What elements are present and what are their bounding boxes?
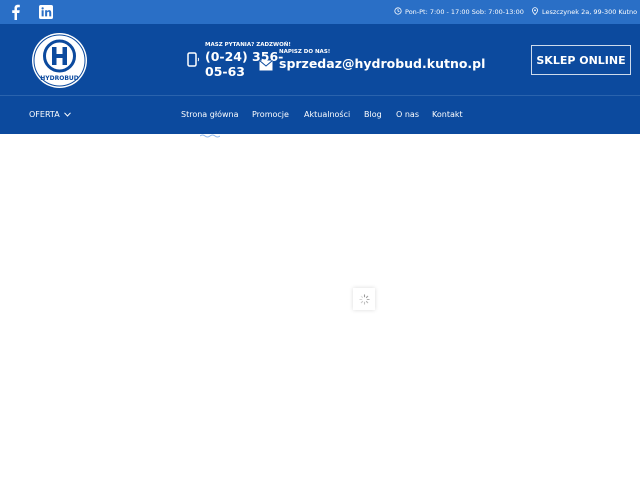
location-pin-icon — [531, 7, 539, 17]
header: HYDROBUD MASZ PYTANIA? ZADZWOŃ! (0-24) 3… — [0, 24, 640, 95]
address: Leszczynek 2a, 99-300 Kutno — [531, 7, 637, 17]
oferta-label: OFERTA — [29, 110, 60, 119]
linkedin-icon[interactable] — [38, 4, 54, 20]
email-label: NAPISZ DO NAS! — [279, 49, 331, 55]
hours-text: Pon-Pt: 7:00 - 17:00 Sob: 7:00-13:00 — [405, 8, 524, 16]
loading-spinner — [353, 288, 375, 310]
nav-item-promotions[interactable]: Promocje — [252, 110, 289, 119]
email-contact[interactable]: NAPISZ DO NAS! sprzedaz@hydrobud.kutno.p… — [259, 47, 489, 87]
oferta-dropdown[interactable]: OFERTA — [29, 110, 71, 119]
envelope-icon — [259, 56, 273, 71]
loading-spinner-icon — [358, 290, 370, 309]
active-nav-indicator — [199, 123, 221, 138]
shop-online-button[interactable]: SKLEP ONLINE — [531, 45, 631, 75]
facebook-icon[interactable] — [8, 4, 24, 20]
top-bar: Pon-Pt: 7:00 - 17:00 Sob: 7:00-13:00 Les… — [0, 0, 640, 24]
nav-item-blog[interactable]: Blog — [364, 110, 382, 119]
nav-item-contact[interactable]: Kontakt — [432, 110, 463, 119]
nav-item-about[interactable]: O nas — [396, 110, 419, 119]
phone-icon — [186, 52, 200, 68]
main-navigation: OFERTA Strona główna Promocje Aktualnośc… — [0, 95, 640, 134]
clock-icon — [394, 7, 402, 17]
nav-item-news[interactable]: Aktualności — [304, 110, 350, 119]
nav-item-home[interactable]: Strona główna — [181, 110, 239, 119]
address-text: Leszczynek 2a, 99-300 Kutno — [542, 8, 638, 16]
svg-text:HYDROBUD: HYDROBUD — [40, 75, 79, 82]
hydrobud-logo[interactable]: HYDROBUD — [31, 32, 88, 89]
opening-hours: Pon-Pt: 7:00 - 17:00 Sob: 7:00-13:00 — [394, 7, 524, 17]
chevron-down-icon — [63, 110, 71, 119]
email-address[interactable]: sprzedaz@hydrobud.kutno.pl — [279, 56, 485, 71]
